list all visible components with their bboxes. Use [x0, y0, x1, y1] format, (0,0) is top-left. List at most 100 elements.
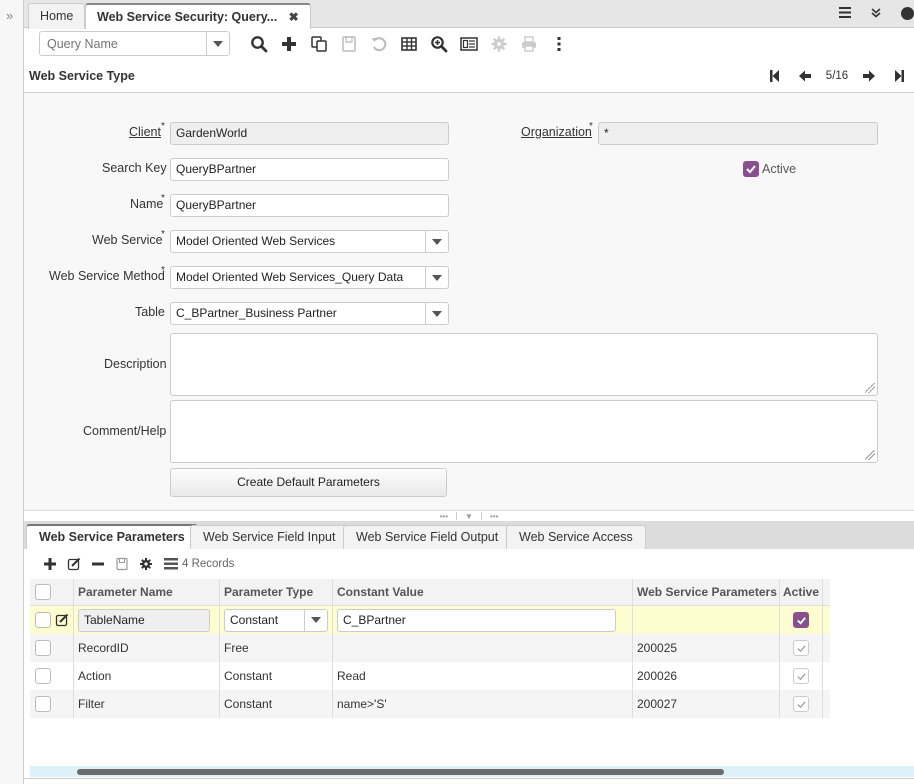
table-row[interactable]: RecordID Free 200025 — [30, 634, 830, 662]
active-cell — [780, 662, 823, 690]
column-header-parameter-name[interactable]: Parameter Name — [74, 579, 220, 605]
process-gear-icon[interactable] — [484, 32, 514, 56]
row-select-checkbox[interactable] — [35, 640, 51, 656]
chevron-double-down-icon[interactable] — [871, 6, 881, 21]
save-row-icon[interactable] — [110, 554, 134, 574]
grid-toggle-icon[interactable] — [394, 32, 424, 56]
print-icon[interactable] — [514, 32, 544, 56]
edit-row-icon[interactable] — [62, 554, 86, 574]
create-default-parameters-button[interactable]: Create Default Parameters — [170, 468, 447, 497]
query-name-input[interactable] — [40, 32, 205, 55]
active-checkbox[interactable] — [743, 161, 759, 177]
grid-settings-gear-icon[interactable] — [134, 554, 158, 574]
copy-icon[interactable] — [304, 32, 334, 56]
active-cell — [780, 634, 823, 662]
detail-tab-bar: Web Service Parameters Web Service Field… — [24, 521, 914, 549]
parameter-name-input[interactable]: TableName — [78, 608, 210, 632]
grid-horizontal-scrollbar[interactable] — [30, 766, 914, 777]
new-record-icon[interactable] — [274, 32, 304, 56]
constant-value-cell: C_BPartner — [333, 606, 633, 634]
name-field[interactable]: QueryBPartner — [170, 194, 449, 217]
query-name-combobox[interactable] — [39, 31, 230, 56]
tab-home-label: Home — [40, 9, 74, 23]
editing-pencil-icon — [55, 613, 69, 627]
constant-value-input[interactable]: C_BPartner — [337, 608, 616, 632]
column-header-active[interactable]: Active — [780, 579, 823, 605]
tab-web-service-field-input[interactable]: Web Service Field Input — [190, 525, 349, 549]
parameter-name-cell: RecordID — [74, 634, 220, 662]
splitter-divider — [456, 512, 458, 520]
parameter-type-dropdown-button[interactable] — [304, 609, 327, 631]
first-record-icon[interactable] — [760, 70, 790, 85]
tab-web-service-security[interactable]: Web Service Security: Query... ✖ — [85, 3, 311, 29]
web-service-method-dropdown-button[interactable] — [425, 267, 448, 288]
column-header-constant-value[interactable]: Constant Value — [333, 579, 633, 605]
row-select-checkbox[interactable] — [35, 668, 51, 684]
active-checkbox[interactable] — [793, 612, 809, 628]
web-service-parameters-cell: 200027 — [633, 690, 780, 718]
expand-panel-icon[interactable]: » — [6, 8, 13, 23]
organization-label[interactable]: Organization — [521, 125, 592, 139]
description-textarea[interactable] — [170, 333, 878, 396]
web-service-select[interactable]: Model Oriented Web Services — [170, 230, 449, 253]
client-required-mark: * — [161, 121, 165, 132]
parameters-grid: Parameter Name Parameter Type Constant V… — [30, 579, 830, 718]
window-controls: ? — [839, 6, 914, 21]
previous-record-icon[interactable] — [790, 70, 820, 85]
select-all-checkbox[interactable] — [35, 584, 51, 600]
resize-grip-icon[interactable] — [865, 383, 875, 393]
row-select-checkbox[interactable] — [35, 696, 51, 712]
table-dropdown-button[interactable] — [425, 303, 448, 324]
zoom-icon[interactable] — [424, 32, 454, 56]
tab-web-service-field-output[interactable]: Web Service Field Output — [343, 525, 512, 549]
web-service-dropdown-button[interactable] — [425, 231, 448, 252]
report-icon[interactable] — [454, 32, 484, 56]
column-header-web-service-parameters[interactable]: Web Service Parameters — [633, 579, 780, 605]
parameter-name-cell: Filter — [74, 690, 220, 718]
search-icon[interactable] — [244, 32, 274, 56]
organization-field[interactable]: * — [598, 122, 878, 145]
search-key-field[interactable]: QueryBPartner — [170, 158, 449, 181]
active-label: Active — [762, 162, 797, 176]
comment-help-label: Comment/Help — [83, 424, 167, 438]
add-row-icon[interactable] — [38, 554, 62, 574]
next-record-icon[interactable] — [854, 70, 884, 85]
comment-help-textarea[interactable] — [170, 400, 878, 463]
parameter-type-cell: Constant — [220, 662, 333, 690]
app-root: » Home Web Service Security: Query... ✖ … — [0, 0, 914, 784]
active-checkbox — [793, 696, 809, 712]
undo-icon[interactable] — [364, 32, 394, 56]
more-options-icon[interactable] — [544, 32, 574, 56]
resize-grip-icon[interactable] — [865, 450, 875, 460]
records-count: 4 Records — [164, 558, 234, 570]
table-row[interactable]: Filter Constant name>'S' 200027 — [30, 690, 830, 718]
web-service-method-select[interactable]: Model Oriented Web Services_Query Data — [170, 266, 449, 289]
row-select-checkbox[interactable] — [35, 612, 51, 628]
save-icon[interactable] — [334, 32, 364, 56]
scrollbar-thumb[interactable] — [77, 769, 724, 775]
menu-icon[interactable] — [839, 6, 851, 21]
query-dropdown-button[interactable] — [206, 32, 229, 55]
table-select[interactable]: C_BPartner_Business Partner — [170, 302, 449, 325]
parameter-type-select[interactable]: Constant — [224, 608, 328, 632]
client-label[interactable]: Client — [129, 125, 161, 139]
parameter-type-cell: Constant — [220, 606, 333, 634]
delete-row-icon[interactable] — [86, 554, 110, 574]
column-header-parameter-type[interactable]: Parameter Type — [220, 579, 333, 605]
table-row[interactable]: Action Constant Read 200026 — [30, 662, 830, 690]
web-service-label: Web Service — [92, 233, 163, 247]
tab-web-service-access[interactable]: Web Service Access — [506, 525, 646, 549]
tab-web-service-parameters[interactable]: Web Service Parameters — [26, 524, 198, 549]
client-field[interactable]: GardenWorld — [170, 122, 449, 145]
tab-home[interactable]: Home — [28, 3, 86, 29]
parameter-type-cell: Constant — [220, 690, 333, 718]
parameter-name-cell: Action — [74, 662, 220, 690]
last-record-icon[interactable] — [884, 70, 914, 85]
web-service-parameters-cell: 200025 — [633, 634, 780, 662]
table-value: C_BPartner_Business Partner — [176, 306, 337, 320]
help-icon[interactable]: ? — [901, 7, 914, 20]
close-tab-icon[interactable]: ✖ — [289, 10, 299, 24]
panel-splitter[interactable]: ••• ▼ ••• — [24, 510, 914, 521]
table-row[interactable]: TableName Constant C_BPartner — [30, 606, 830, 634]
splitter-toggle-icon[interactable]: ▼ — [465, 512, 473, 521]
